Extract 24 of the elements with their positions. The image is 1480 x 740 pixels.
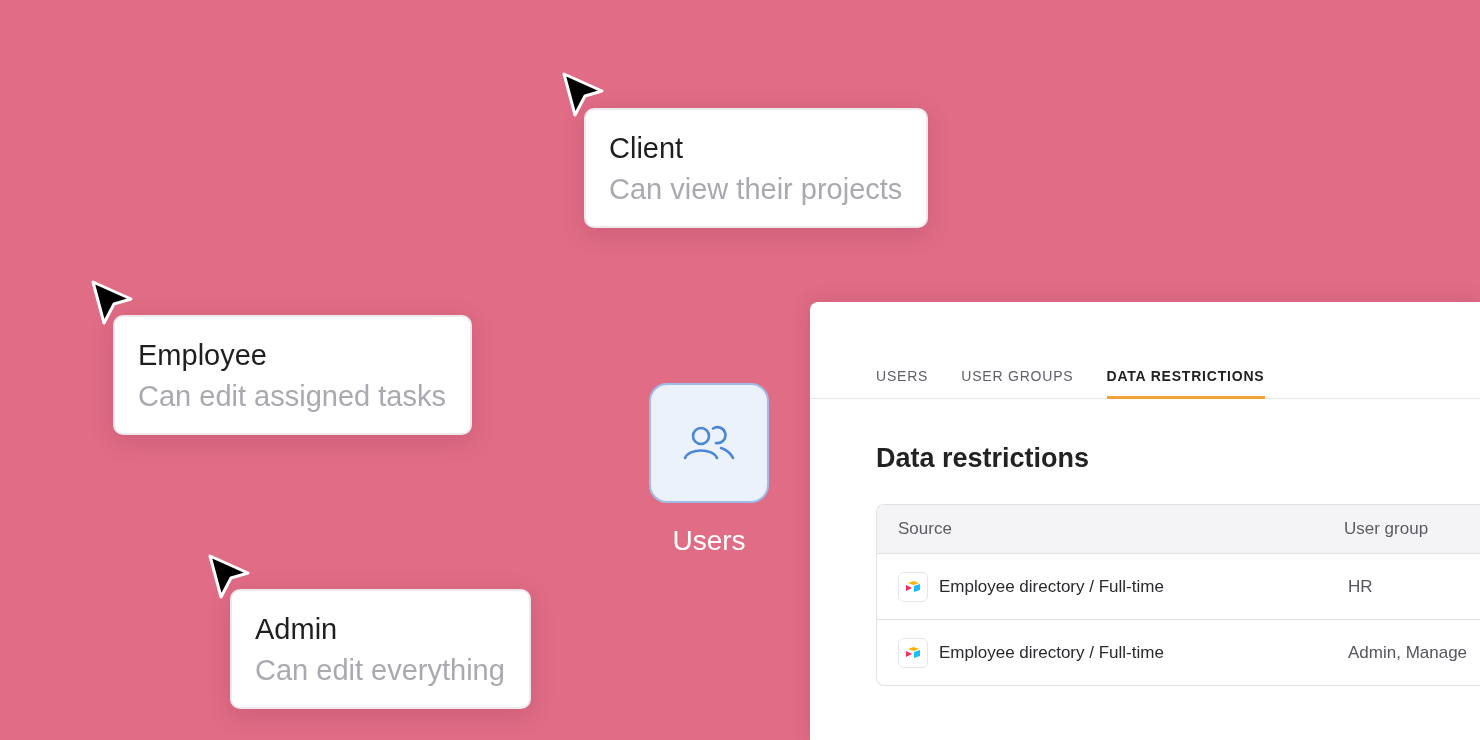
table-cell-text: HR [1347,576,1374,597]
role-title: Employee [138,338,268,373]
table-cell-text: Admin, Manage [1347,642,1469,663]
tab[interactable]: USER GROUPS [961,368,1074,399]
cursor-icon [207,553,251,601]
source-logo-icon [898,571,928,602]
role-description: Can edit everything [255,653,505,688]
column-header: User group [1344,519,1430,539]
column-header: Source [897,519,953,539]
cursor-icon [90,279,134,327]
app-label: Users [672,525,746,557]
role-title: Client [609,131,685,166]
tab[interactable]: USERS [876,368,929,399]
section-heading: Data restrictions [876,443,1091,474]
tab[interactable]: DATA RESTRICTIONS [1106,368,1265,399]
role-description: Can edit assigned tasks [138,379,446,414]
table-cell: Employee directory / Full-time [939,576,1164,597]
table-cell: Employee directory / Full-time [939,642,1164,663]
users-app-tile[interactable] [649,383,769,503]
source-logo-icon [898,637,928,668]
cursor-icon [561,71,605,119]
users-icon [683,425,735,461]
role-description: Can view their projects [609,172,903,207]
role-title: Admin [255,612,339,647]
